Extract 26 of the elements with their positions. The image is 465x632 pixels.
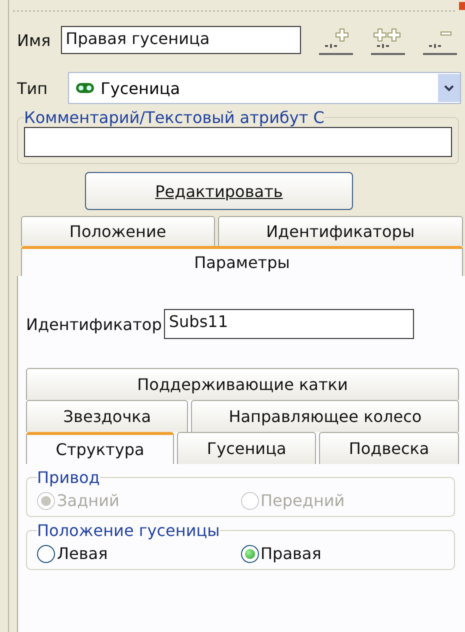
- tab[interactable]: Подвеска: [319, 432, 460, 464]
- name-label: Имя: [17, 30, 51, 50]
- chevron-down-icon[interactable]: [438, 74, 460, 102]
- edit-button[interactable]: Редактировать: [85, 172, 353, 210]
- type-dropdown[interactable]: Гусеница: [68, 72, 461, 104]
- radio-option[interactable]: Правая: [240, 544, 444, 563]
- radio-button[interactable]: [37, 544, 55, 562]
- tab[interactable]: Идентификаторы: [218, 216, 464, 246]
- comment-legend: Комментарий/Текстовый атрибут С: [24, 108, 324, 127]
- radio-button[interactable]: [240, 544, 258, 562]
- type-label: Тип: [17, 78, 48, 98]
- track-icon: [74, 81, 95, 95]
- tab[interactable]: Параметры: [21, 246, 463, 276]
- identifier-label: Идентификатор: [26, 314, 162, 334]
- tab[interactable]: Гусеница: [177, 432, 316, 464]
- group-legend: Положение гусеницы: [37, 521, 220, 540]
- tab[interactable]: Положение: [21, 216, 215, 246]
- tab[interactable]: Звездочка: [26, 400, 188, 432]
- tab[interactable]: Поддерживающие катки: [26, 368, 459, 400]
- comment-field[interactable]: [24, 127, 452, 157]
- radio-option[interactable]: Левая: [37, 544, 240, 563]
- group-legend: Привод: [37, 468, 100, 487]
- tab[interactable]: Направляющее колесо: [191, 400, 459, 432]
- tab[interactable]: Структура: [26, 432, 174, 464]
- identifier-field[interactable]: Subs11: [164, 309, 414, 339]
- name-field[interactable]: Правая гусеница: [60, 26, 301, 54]
